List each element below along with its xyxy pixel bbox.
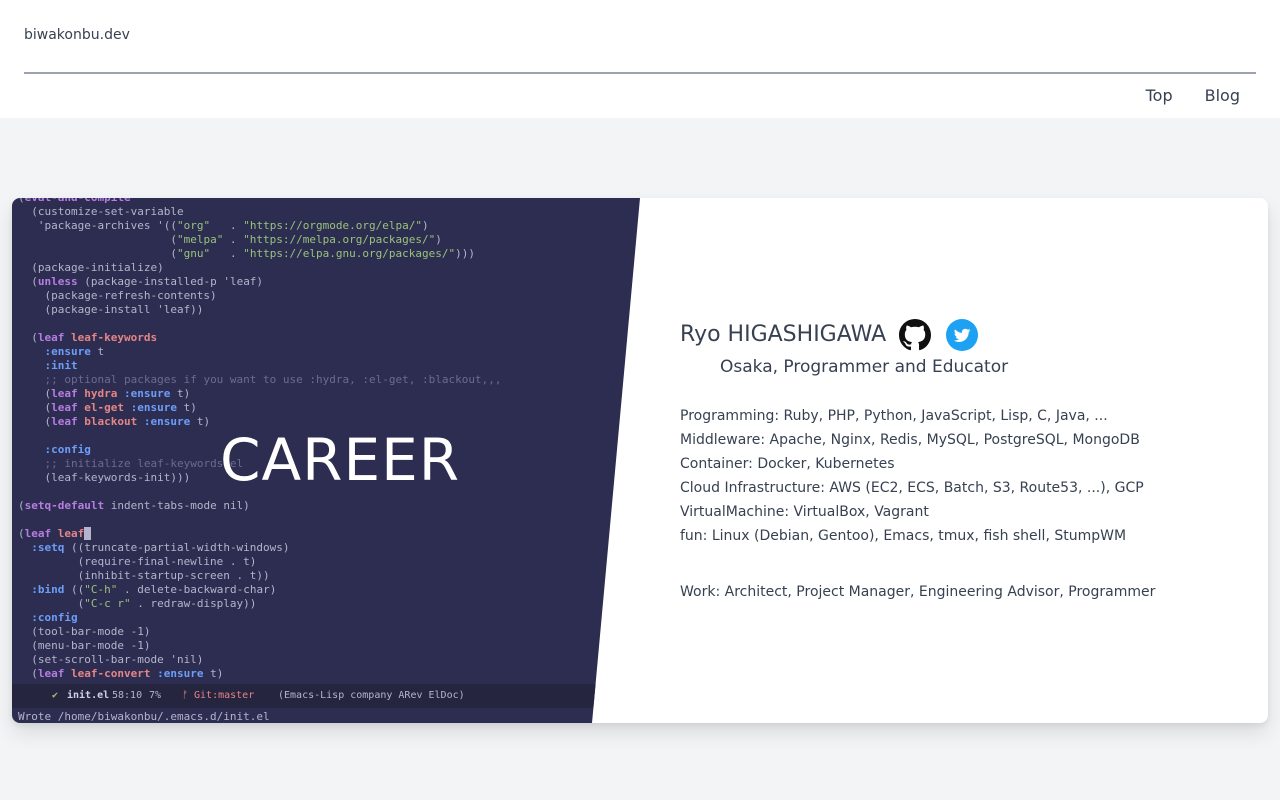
work-roles: Work: Architect, Project Manager, Engine… [680, 584, 1156, 600]
skill-fun: fun: Linux (Debian, Gentoo), Emacs, tmux… [680, 528, 1127, 544]
check-icon: ✔ [52, 690, 59, 701]
skill-container: Container: Docker, Kubernetes [680, 456, 895, 472]
profile-role: Osaka, Programmer and Educator [720, 357, 1009, 377]
modeline-percent: 7% [149, 690, 162, 701]
site-title[interactable]: biwakonbu.dev [24, 27, 130, 43]
skill-cloud: Cloud Infrastructure: AWS (EC2, ECS, Bat… [680, 480, 1144, 496]
modeline-filename: init.el [67, 690, 110, 701]
skill-programming: Programming: Ruby, PHP, Python, JavaScri… [680, 408, 1108, 424]
profile-name: Ryo HIGASHIGAWA [680, 322, 887, 347]
modeline-git-branch: ᚠ Git:master [182, 690, 255, 701]
skills-list: Programming: Ruby, PHP, Python, JavaScri… [680, 404, 1240, 548]
nav-link-top[interactable]: Top [1146, 86, 1173, 105]
main-nav: Top Blog [1146, 86, 1240, 105]
hero-title: CAREER [220, 426, 461, 494]
emacs-minibuffer: Wrote /home/biwakonbu/.emacs.d/init.el [18, 710, 270, 723]
skill-vm: VirtualMachine: VirtualBox, Vagrant [680, 504, 929, 520]
nav-link-blog[interactable]: Blog [1205, 86, 1240, 105]
twitter-icon[interactable] [946, 319, 978, 351]
career-card: (eval-and-compile (customize-set-variabl… [12, 198, 1268, 723]
header-divider [24, 72, 1256, 74]
modeline-position: 58:10 [112, 690, 143, 701]
site-header: biwakonbu.dev Top Blog [0, 0, 1280, 118]
skill-middleware: Middleware: Apache, Nginx, Redis, MySQL,… [680, 432, 1140, 448]
profile-name-row: Ryo HIGASHIGAWA [680, 318, 1080, 354]
emacs-modeline: ✔ init.el 58:10 7% ᚠ Git:master (Emacs-L… [12, 684, 640, 708]
modeline-modes: (Emacs-Lisp company ARev ElDoc) [278, 690, 465, 701]
github-icon[interactable] [899, 319, 931, 351]
